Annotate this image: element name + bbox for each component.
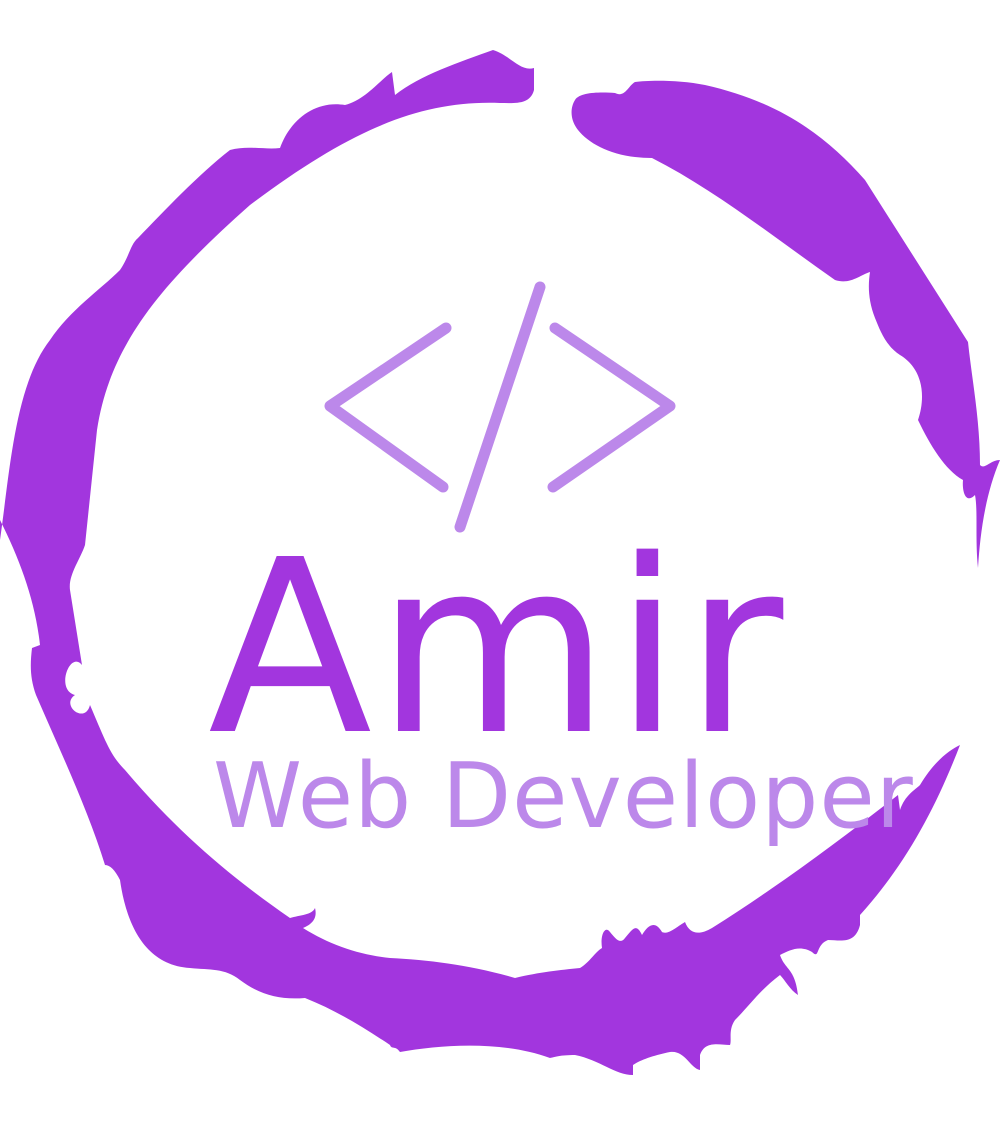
right-angle-bracket-icon [547, 322, 676, 493]
brand-subtitle: Web Developer [213, 744, 914, 849]
logo: Amir Web Developer [0, 0, 1000, 1125]
left-angle-bracket-icon [324, 322, 452, 493]
slash-icon [454, 281, 546, 533]
brand-name: Amir [208, 508, 788, 788]
